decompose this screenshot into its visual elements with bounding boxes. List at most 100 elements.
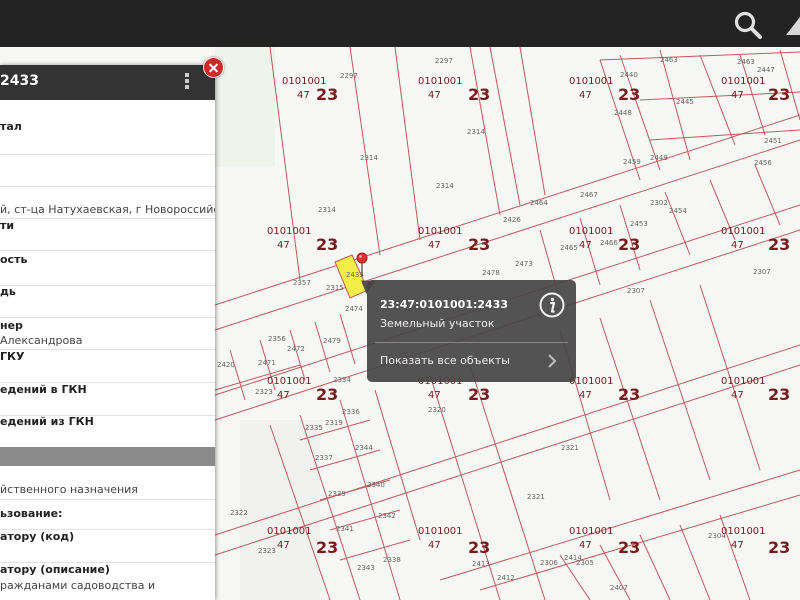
row-label: ГКУ <box>0 350 25 363</box>
parcel-number-label: 2459 <box>623 158 641 166</box>
panel-overflow-menu-icon[interactable] <box>184 73 190 93</box>
block-code: 0101001 <box>721 226 766 237</box>
row-value: Александрова <box>0 334 83 347</box>
parcel-number-label: 2323 <box>255 388 273 396</box>
parcel-number-label: 2340 <box>367 481 385 489</box>
block-code: 0101001 <box>267 376 312 387</box>
info-row-purpose: йственного назначения <box>0 483 215 500</box>
parcel-number-label: 2314 <box>467 128 485 136</box>
block-code: 0101001 <box>569 226 614 237</box>
block-code: 47 <box>579 240 592 251</box>
block-code-large: 23 <box>618 385 640 404</box>
top-app-bar <box>0 0 800 47</box>
info-row-entry-date: едений в ГКН <box>0 383 215 416</box>
map-pin-icon <box>356 252 368 276</box>
info-row-area: дь <box>0 285 215 318</box>
parcel-number-label: 2467 <box>580 191 598 199</box>
panel-title: 2433 <box>0 73 39 89</box>
info-row-classifier-description: атору (описание) ражданами садоводства и <box>0 563 215 600</box>
parcel-number-label: 2440 <box>620 71 638 79</box>
row-label: едений из ГКН <box>0 415 94 428</box>
block-code: 47 <box>428 390 441 401</box>
block-code-large: 23 <box>618 85 640 104</box>
parcel-number-label: 2319 <box>325 419 343 427</box>
block-code-large: 23 <box>768 235 790 254</box>
parcel-number-label: 2306 <box>540 559 558 567</box>
block-code: 47 <box>579 540 592 551</box>
info-row-cost: ость <box>0 253 215 286</box>
parcel-number-label: 2307 <box>753 268 771 276</box>
parcel-number-label: 2448 <box>614 109 632 117</box>
popup-cadastral-number: 23:47:0101001:2433 <box>380 298 509 311</box>
parcel-number-label: 2456 <box>754 159 772 167</box>
parcel-number-label: 2335 <box>305 424 323 432</box>
block-code: 0101001 <box>721 526 766 537</box>
block-code-large: 23 <box>768 538 790 557</box>
block-code: 47 <box>277 240 290 251</box>
row-label: нер <box>0 319 23 332</box>
block-code: 0101001 <box>721 376 766 387</box>
popup-object-type: Земельный участок <box>380 317 495 330</box>
info-row-exit-date: едений из ГКН <box>0 415 215 447</box>
block-code-large: 23 <box>316 85 338 104</box>
info-row-classifier-code: атору (код) <box>0 530 215 563</box>
parcel-number-label: 2472 <box>287 345 305 353</box>
row-value: ражданами садоводства и <box>0 579 156 592</box>
block-code-large: 23 <box>316 385 338 404</box>
block-code: 47 <box>731 540 744 551</box>
parcel-number-label: 2337 <box>315 454 333 462</box>
block-code: 47 <box>428 240 441 251</box>
block-code-large: 23 <box>618 538 640 557</box>
parcel-info-panel: 2433 тал й, ст-ца Натухаевская, г Новоро… <box>0 65 215 600</box>
info-icon[interactable] <box>539 292 565 318</box>
parcel-number-label: 2465 <box>560 244 578 252</box>
row-label: ьзование: <box>0 507 63 520</box>
parcel-number-label: 2420 <box>217 361 235 369</box>
parcel-popup[interactable]: 23:47:0101001:2433 Земельный участок Пок… <box>367 280 576 382</box>
parcel-number-label: 2297 <box>435 57 453 65</box>
block-code-large: 23 <box>768 85 790 104</box>
parcel-number-label: 2414 <box>564 554 582 562</box>
parcel-number-label: 2314 <box>360 154 378 162</box>
info-row-engineer: нер Александрова <box>0 319 215 350</box>
parcel-number-label: 2479 <box>323 337 341 345</box>
show-all-objects-link[interactable]: Показать все объекты <box>380 354 510 367</box>
parcel-number-label: 2304 <box>708 532 726 540</box>
parcel-number-label: 2474 <box>345 305 363 313</box>
parcel-number-label: 2338 <box>383 556 401 564</box>
parcel-number-label: 2463 <box>737 58 755 66</box>
block-code: 0101001 <box>267 226 312 237</box>
parcel-number-label: 2426 <box>503 216 521 224</box>
block-code-large: 23 <box>316 538 338 557</box>
parcel-number-label: 2357 <box>293 279 311 287</box>
parcel-number-label: 2315 <box>326 284 344 292</box>
block-code-large: 23 <box>618 235 640 254</box>
row-label: едений в ГКН <box>0 383 87 396</box>
block-code: 0101001 <box>418 226 463 237</box>
parcel-number-label: 2321 <box>527 493 545 501</box>
row-label: тал <box>0 120 22 133</box>
chevron-right-icon[interactable] <box>547 354 557 368</box>
overflow-menu-icon[interactable] <box>786 17 800 35</box>
parcel-number-label: 2320 <box>428 406 446 414</box>
block-code: 47 <box>277 540 290 551</box>
parcel-number-label: 2464 <box>530 199 548 207</box>
search-icon[interactable] <box>733 10 763 40</box>
block-code: 47 <box>277 390 290 401</box>
block-code-large: 23 <box>468 385 490 404</box>
row-value: й, ст-ца Натухаевская, г Новороссийск <box>0 203 215 216</box>
map-shade <box>240 420 320 600</box>
block-code: 47 <box>428 540 441 551</box>
block-code: 47 <box>297 90 310 101</box>
row-label: дь <box>0 285 16 298</box>
block-code: 47 <box>731 90 744 101</box>
block-code-large: 23 <box>468 85 490 104</box>
row-label: ость <box>0 253 28 266</box>
block-code: 47 <box>731 240 744 251</box>
parcel-number-label: 2412 <box>497 574 515 582</box>
close-icon[interactable] <box>203 57 224 78</box>
section-divider <box>0 447 215 466</box>
parcel-number-label: 2471 <box>258 359 276 367</box>
parcel-number-label: 2478 <box>482 269 500 277</box>
parcel-number-label: 2454 <box>669 207 687 215</box>
